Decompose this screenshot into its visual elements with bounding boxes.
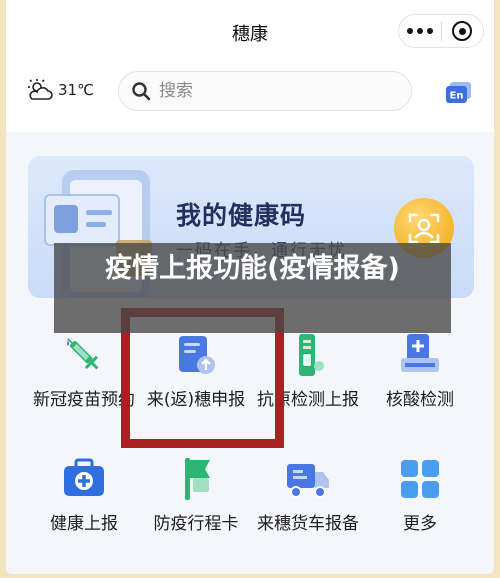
partly-cloudy-icon xyxy=(28,79,53,100)
nucleic-acid-test-icon xyxy=(401,334,439,372)
health-code-title: 我的健康码 xyxy=(176,201,307,230)
service-itinerary-card[interactable]: 防疫行程卡 xyxy=(140,456,252,536)
close-program-button[interactable] xyxy=(442,15,483,47)
vaccine-icon xyxy=(67,338,99,370)
service-label: 核酸检测 xyxy=(386,390,454,410)
overlay-caption: 疫情上报功能(疫情报备) xyxy=(54,243,451,333)
face-scan-icon xyxy=(408,213,440,244)
service-label: 健康上报 xyxy=(50,514,118,534)
more-menu-button[interactable] xyxy=(399,15,441,47)
more-apps-icon xyxy=(401,460,439,498)
medical-kit-icon xyxy=(64,458,104,496)
service-health-report[interactable]: 健康上报 xyxy=(28,456,140,536)
service-label: 来穗货车报备 xyxy=(257,514,359,534)
antigen-test-icon xyxy=(299,334,324,376)
app-frame: 穗康 31℃ 搜索 En 我的健康码 新冠疫苗预约 来(返)穗申报 抗原检测上报… xyxy=(6,0,494,574)
id-card-illustration xyxy=(44,194,120,246)
language-label: En xyxy=(450,91,464,102)
dot-icon xyxy=(407,28,413,34)
weather-widget[interactable]: 31℃ xyxy=(26,78,94,102)
service-label: 防疫行程卡 xyxy=(153,514,239,534)
dot-icon xyxy=(427,28,433,34)
temperature-text: 31℃ xyxy=(58,81,94,99)
service-more[interactable]: 更多 xyxy=(364,456,476,536)
search-icon xyxy=(132,82,151,101)
service-truck-registration[interactable]: 来穗货车报备 xyxy=(252,456,364,536)
truck-icon xyxy=(287,464,329,498)
search-box[interactable] xyxy=(118,71,412,111)
service-label: 更多 xyxy=(403,514,437,534)
service-nucleic-acid-test[interactable]: 核酸检测 xyxy=(364,332,476,412)
mini-program-capsule xyxy=(398,14,484,48)
search-row: 31℃ En xyxy=(6,62,494,132)
close-target-icon xyxy=(452,21,473,41)
top-bar: 穗康 xyxy=(6,0,494,62)
language-toggle-en-icon[interactable]: En xyxy=(446,82,472,104)
dot-icon xyxy=(417,28,423,34)
itinerary-card-icon xyxy=(185,458,210,500)
search-input[interactable] xyxy=(159,81,379,101)
